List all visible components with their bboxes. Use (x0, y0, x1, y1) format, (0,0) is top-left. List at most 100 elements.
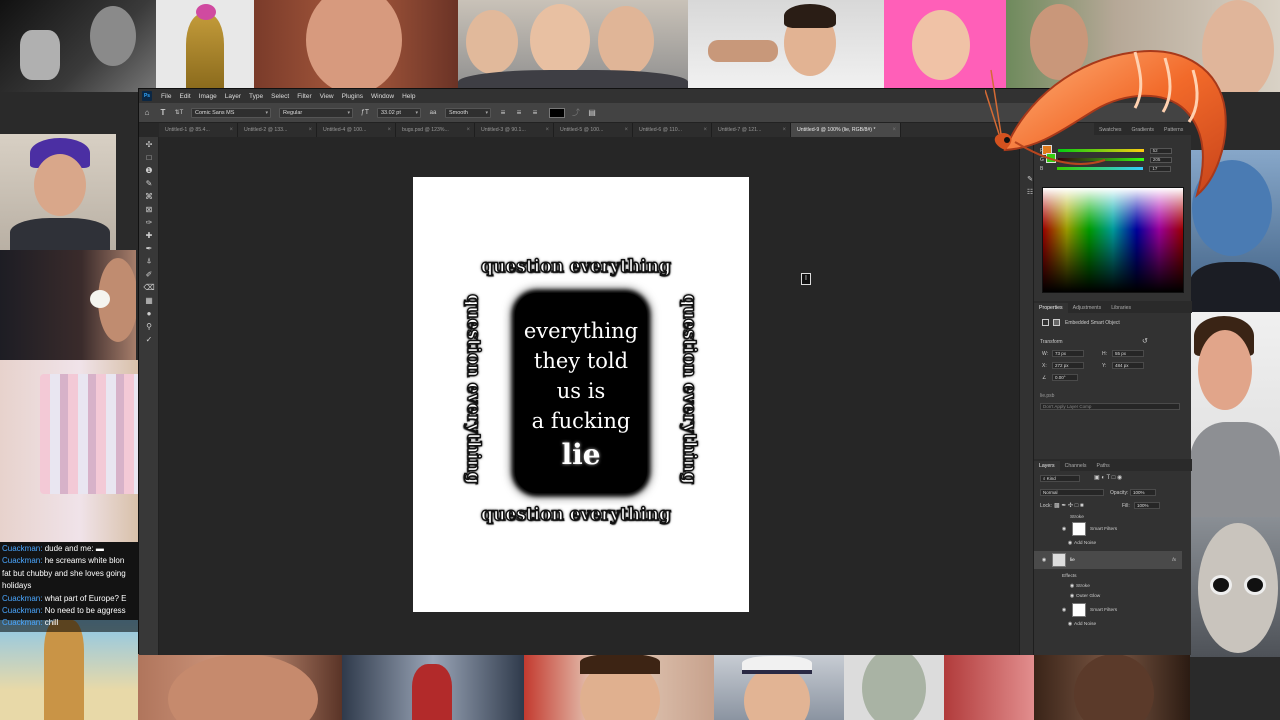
opacity-field[interactable]: 100% (1130, 489, 1156, 496)
dodge-tool-icon[interactable]: ⚲ (142, 320, 156, 332)
align-left-icon[interactable]: ≡ (498, 108, 508, 118)
document-canvas[interactable]: question everything question everything … (413, 177, 749, 612)
layer-row-lie[interactable]: ◉ lie fx (1034, 551, 1182, 569)
quick-select-tool-icon[interactable]: ✎ (142, 177, 156, 189)
lasso-tool-icon[interactable]: ❶ (142, 164, 156, 176)
move-tool-icon[interactable]: ✣ (142, 138, 156, 150)
angle-field[interactable]: 0.00° (1052, 374, 1078, 381)
lock-icons[interactable]: ▩ ✒ ✣ □ ■ (1054, 502, 1084, 509)
layer-filter-select[interactable]: ⌕ Kind (1040, 475, 1080, 482)
align-right-icon[interactable]: ≡ (530, 108, 540, 118)
eyedropper-tool-icon[interactable]: ✑ (142, 216, 156, 228)
question-everything-bottom[interactable]: question everything (480, 504, 671, 525)
menu-view[interactable]: View (316, 93, 338, 100)
menu-type[interactable]: Type (245, 93, 267, 100)
align-center-icon[interactable]: ≡ (514, 108, 524, 118)
eye-icon[interactable]: ◉ (1066, 540, 1074, 546)
filter-mask-thumbnail[interactable] (1072, 603, 1086, 617)
menu-window[interactable]: Window (367, 93, 398, 100)
filter-row[interactable]: ◉ Add Noise (1034, 619, 1184, 629)
question-everything-right[interactable]: question everything (678, 293, 699, 484)
font-size-select[interactable]: 33.02 pt (377, 107, 421, 118)
tab-layers[interactable]: Layers (1034, 461, 1060, 471)
doc-tab[interactable]: Untitled-3 @ 90.1... (475, 123, 554, 137)
smart-filters-row[interactable]: ◉ Smart Filters (1034, 522, 1184, 536)
doc-tab[interactable]: Untitled-6 @ 110... (633, 123, 712, 137)
eye-icon[interactable]: ◉ (1040, 557, 1048, 563)
marquee-tool-icon[interactable]: □ (142, 151, 156, 163)
lie-layer-text[interactable]: lie (561, 438, 600, 471)
antialias-select[interactable]: Smooth (445, 107, 491, 118)
warp-text-icon[interactable]: ⤴ (571, 108, 581, 118)
healing-tool-icon[interactable]: ✚ (142, 229, 156, 241)
tab-paths[interactable]: Paths (1092, 463, 1115, 471)
menu-plugins[interactable]: Plugins (338, 93, 367, 100)
fx-icon[interactable]: fx (1172, 558, 1176, 563)
document-tabs: Untitled-1 @ 85.4... Untitled-2 @ 133...… (159, 123, 1019, 137)
home-icon[interactable]: ⌂ (142, 108, 152, 118)
stamp-tool-icon[interactable]: ⍋ (142, 255, 156, 267)
pen-tool-icon[interactable]: ✓ (142, 333, 156, 345)
crop-tool-icon[interactable]: ⌘ (142, 190, 156, 202)
doc-tab[interactable]: Untitled-2 @ 133... (238, 123, 317, 137)
height-field[interactable]: 55 px (1112, 350, 1144, 357)
layer-comp-select[interactable]: Don't Apply Layer Comp (1040, 403, 1180, 410)
history-brush-icon[interactable]: ✐ (142, 268, 156, 280)
tab-adjustments[interactable]: Adjustments (1068, 305, 1107, 313)
tab-properties[interactable]: Properties (1034, 303, 1068, 313)
filter-icons[interactable]: ▣ ◐ T □ ◉ (1094, 474, 1122, 481)
eye-icon[interactable]: ◉ (1060, 526, 1068, 532)
frame-tool-icon[interactable]: ⊠ (142, 203, 156, 215)
tab-channels[interactable]: Channels (1060, 463, 1092, 471)
eye-icon[interactable]: ◉ (1060, 607, 1068, 613)
filter-row[interactable]: ◉ Add Noise (1034, 538, 1184, 548)
doc-tab[interactable]: Untitled-4 @ 100... (317, 123, 396, 137)
effects-row[interactable]: Effects (1034, 571, 1184, 581)
doc-tab[interactable]: Untitled-1 @ 85.4... (159, 123, 238, 137)
doc-tab[interactable]: Untitled-7 @ 121... (712, 123, 791, 137)
text-line: they told (533, 348, 629, 373)
menu-file[interactable]: File (157, 93, 175, 100)
layer-thumbnail[interactable] (1052, 553, 1066, 567)
transform-heading: Transform (1040, 339, 1063, 345)
brush-tool-icon[interactable]: ✒ (142, 242, 156, 254)
eye-icon[interactable]: ◉ (1066, 621, 1074, 627)
filter-mask-thumbnail[interactable] (1072, 522, 1086, 536)
menu-filter[interactable]: Filter (293, 93, 315, 100)
canvas-workspace[interactable]: question everything question everything … (159, 137, 1019, 655)
font-family-select[interactable]: Comic Sans MS (191, 107, 271, 118)
fill-field[interactable]: 100% (1134, 502, 1160, 509)
menu-layer[interactable]: Layer (221, 93, 245, 100)
eye-icon[interactable]: ◉ (1068, 593, 1076, 599)
y-field[interactable]: 484 px (1112, 362, 1144, 369)
question-everything-left[interactable]: question everything (462, 293, 483, 484)
character-panel-icon[interactable]: ▤ (587, 108, 597, 118)
menu-select[interactable]: Select (267, 93, 293, 100)
layer-effect-row[interactable]: Stroke (1034, 512, 1184, 522)
chat-message: holidays (2, 581, 32, 591)
menu-edit[interactable]: Edit (175, 93, 194, 100)
eraser-tool-icon[interactable]: ⌫ (142, 281, 156, 293)
doc-tab[interactable]: Untitled-5 @ 100... (554, 123, 633, 137)
eye-icon[interactable]: ◉ (1068, 583, 1076, 589)
blur-tool-icon[interactable]: ● (142, 307, 156, 319)
doc-tab-active[interactable]: Untitled-9 @ 100% (lie, RGB/8#) * (791, 123, 901, 137)
text-color-swatch[interactable] (549, 107, 565, 118)
width-field[interactable]: 73 px (1052, 350, 1084, 357)
text-orientation-icon[interactable]: ⇅T (174, 108, 184, 118)
question-everything-top[interactable]: question everything (480, 256, 671, 277)
tab-libraries[interactable]: Libraries (1106, 305, 1136, 313)
reset-icon[interactable]: ↺ (1142, 337, 1148, 345)
smart-filters-row[interactable]: ◉ Smart Filters (1034, 603, 1184, 617)
blend-mode-select[interactable]: Normal (1040, 489, 1104, 496)
effect-stroke-row[interactable]: ◉ Stroke (1034, 581, 1184, 591)
gradient-tool-icon[interactable]: ▦ (142, 294, 156, 306)
menu-help[interactable]: Help (398, 93, 419, 100)
font-style-select[interactable]: Regular (279, 107, 353, 118)
effect-glow-row[interactable]: ◉ Outer Glow (1034, 591, 1184, 601)
doc-tab[interactable]: bugs.psd @ 123%... (396, 123, 475, 137)
type-tool-icon[interactable]: T (158, 108, 168, 118)
x-field[interactable]: 272 px (1052, 362, 1084, 369)
menu-image[interactable]: Image (195, 93, 221, 100)
lie-text-block[interactable]: everything they told us is a fucking lie (515, 293, 647, 493)
